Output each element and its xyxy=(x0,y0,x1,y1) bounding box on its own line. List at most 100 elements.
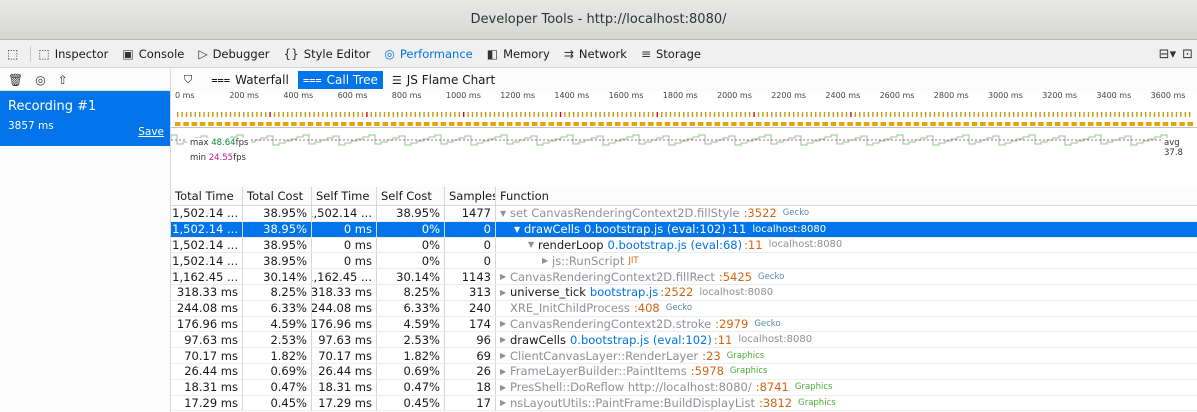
activity-bar xyxy=(872,122,878,126)
marker-tick xyxy=(339,112,342,117)
marker-tick xyxy=(718,112,720,117)
activity-bar xyxy=(523,122,530,126)
function-url[interactable]: bootstrap.js xyxy=(590,285,658,299)
expanded-arrow-icon[interactable]: ▼ xyxy=(514,225,524,234)
marker-tick xyxy=(313,112,315,117)
activity-bar xyxy=(980,122,986,126)
table-row[interactable]: 1,502.14 ... 38.95% 0 ms 0% 0 ▼ drawCells 0.boo… xyxy=(171,221,1197,238)
flame-chart-icon: ☰ xyxy=(391,73,402,87)
table-row[interactable]: 1,502.14 ... 38.95% 0 ms 0% 0 ▼ renderLoop 0.bo… xyxy=(171,237,1197,254)
table-row[interactable]: 1,162.45 ... 30.14% 1,162.45 ... 30.14% 1143… xyxy=(171,269,1197,285)
col-function[interactable]: Function xyxy=(496,187,1197,205)
cell-total-cost: 0.47% xyxy=(243,379,312,395)
tab-memory[interactable]: ◧ Memory xyxy=(480,40,557,68)
tab-inspector[interactable]: ⬚ Inspector xyxy=(31,40,115,68)
table-row[interactable]: 176.96 ms 4.59% 176.96 ms 4.59% 174 ▶ CanvasRe… xyxy=(171,316,1197,333)
collapsed-arrow-icon[interactable]: ▶ xyxy=(500,383,510,392)
expanded-arrow-icon[interactable]: ▼ xyxy=(500,209,510,218)
table-row[interactable]: 97.63 ms 2.53% 97.63 ms 2.53% 96 ▶ drawCells 0.… xyxy=(171,332,1197,349)
tab-debugger[interactable]: ▷ Debugger xyxy=(191,40,276,68)
save-recording-link[interactable]: Save xyxy=(138,126,164,138)
cell-total-cost: 38.95% xyxy=(243,253,312,269)
table-row[interactable]: 26.44 ms 0.69% 26.44 ms 0.69% 26 ▶ FrameLayerB… xyxy=(171,363,1197,380)
marker-tick xyxy=(564,112,566,117)
table-row[interactable]: 18.31 ms 0.47% 18.31 ms 0.47% 18 ▶ PresShell::… xyxy=(171,379,1197,396)
table-row[interactable]: 17.29 ms 0.45% 17.29 ms 0.45% 17 ▶ nsLayoutUti… xyxy=(171,395,1197,412)
collapsed-arrow-icon[interactable]: ▶ xyxy=(500,319,510,328)
col-total-time[interactable]: Total Time xyxy=(171,187,243,205)
function-line: :11 xyxy=(744,237,763,252)
function-url[interactable]: 0.bootstrap.js (eval:102) xyxy=(584,222,726,236)
col-self-cost[interactable]: Self Cost xyxy=(377,187,445,205)
collapsed-arrow-icon[interactable]: ▶ xyxy=(500,272,510,281)
marker-tick xyxy=(304,112,306,117)
marker-tick xyxy=(256,112,258,117)
col-samples[interactable]: Samples xyxy=(445,187,496,205)
collapsed-arrow-icon[interactable]: ▶ xyxy=(500,351,510,360)
table-row[interactable]: 70.17 ms 1.82% 70.17 ms 1.82% 69 ▶ ClientCanva… xyxy=(171,348,1197,364)
record-icon[interactable]: ◎ xyxy=(35,73,45,87)
marker-tick xyxy=(898,112,900,117)
marker-tick xyxy=(370,112,372,117)
split-console-icon[interactable]: ⊡ xyxy=(1182,47,1193,62)
tab-console[interactable]: ▣ Console xyxy=(115,40,191,68)
cell-total-cost: 38.95% xyxy=(243,237,312,253)
collapsed-arrow-icon[interactable]: ▶ xyxy=(500,335,510,344)
function-name: nsLayoutUtils::PaintFrame:BuildDisplayLi… xyxy=(510,395,755,410)
function-url[interactable]: 0.bootstrap.js (eval:102) xyxy=(570,333,712,347)
tab-label: Network xyxy=(578,46,627,61)
marker-tick xyxy=(542,112,544,117)
overview-timeline[interactable]: 0 ms 200 ms 400 ms 600 ms 800 ms 1000 ms 1200 … xyxy=(171,91,1197,201)
table-row[interactable]: 244.08 ms 6.33% 244.08 ms 6.33% 240 XRE_InitC… xyxy=(171,300,1197,317)
function-line: :11 xyxy=(713,332,733,347)
cell-samples: 1477 xyxy=(445,206,496,221)
marker-tick xyxy=(762,112,764,117)
marker-tick xyxy=(1118,112,1120,117)
tab-waterfall[interactable]: ⩶ Waterfall xyxy=(206,71,294,89)
call-tree-icon: ⩶ xyxy=(302,73,322,86)
collapsed-arrow-icon[interactable]: ▶ xyxy=(542,256,552,265)
filter-button[interactable]: ⛉ xyxy=(179,71,202,89)
tab-flame-chart[interactable]: ☰ JS Flame Chart xyxy=(387,71,500,89)
col-total-cost[interactable]: Total Cost xyxy=(243,187,312,205)
marker-tick xyxy=(458,112,460,117)
marker-tick xyxy=(955,112,958,117)
function-url[interactable]: 0.bootstrap.js (eval:68) xyxy=(608,238,743,252)
tab-call-tree[interactable]: ⩶ Call Tree xyxy=(297,71,383,89)
tab-storage[interactable]: ≡ Storage xyxy=(634,40,708,68)
table-row[interactable]: 1,502.14 ... 38.95% 0 ms 0% 0 ▶ js::RunScript J… xyxy=(171,253,1197,270)
expanded-arrow-icon[interactable]: ▼ xyxy=(528,240,538,249)
cell-function: ▶ CanvasRenderingContext2D.stroke:2979 Gec… xyxy=(496,317,1197,332)
cell-self-time: 244.08 ms xyxy=(312,300,377,316)
marker-tick xyxy=(247,112,249,117)
function-category: Gecko xyxy=(665,303,693,314)
window-title: Developer Tools - http://localhost:8080/ xyxy=(470,12,727,27)
collapsed-arrow-icon[interactable]: ▶ xyxy=(500,398,510,407)
function-host: localhost:8080 xyxy=(699,286,774,298)
element-picker-button[interactable]: ⬚ xyxy=(0,40,30,68)
view-switcher: ⛉ ⩶ Waterfall ⩶ Call Tree ☰ JS Flame Chart xyxy=(171,69,1197,91)
filter-icon: ⛉ xyxy=(184,73,193,86)
table-row[interactable]: 1,502.14 ... 38.95% 1,502.14 ... 38.95% 1477… xyxy=(171,206,1197,222)
tab-style-editor[interactable]: {} Style Editor xyxy=(277,40,378,68)
tab-performance[interactable]: ◎ Performance xyxy=(377,40,479,68)
collapsed-arrow-icon[interactable]: ▶ xyxy=(500,367,510,376)
tab-network[interactable]: ⇉ Network xyxy=(557,40,634,68)
console-icon: ▣ xyxy=(122,46,134,61)
marker-tick xyxy=(1153,112,1156,117)
cell-self-cost: 0% xyxy=(377,253,445,269)
activity-bar xyxy=(1179,122,1185,126)
cell-total-cost: 38.95% xyxy=(243,221,312,237)
import-icon[interactable]: ⇧ xyxy=(58,73,68,87)
marker-tick xyxy=(383,112,386,117)
recording-item[interactable]: Recording #1 3857 ms Save xyxy=(0,91,170,146)
dock-options-icon[interactable]: ⊟▾ xyxy=(1159,47,1176,62)
col-self-time[interactable]: Self Time xyxy=(312,187,377,205)
tab-label: Inspector xyxy=(54,46,109,61)
clear-icon[interactable]: 🗑 xyxy=(8,73,23,87)
table-row[interactable]: 318.33 ms 8.25% 318.33 ms 8.25% 313 ▶ universe… xyxy=(171,284,1197,301)
function-category: Graphics xyxy=(798,397,836,408)
cell-total-cost: 30.14% xyxy=(243,269,312,284)
marker-tick xyxy=(265,112,267,117)
collapsed-arrow-icon[interactable]: ▶ xyxy=(500,288,510,297)
